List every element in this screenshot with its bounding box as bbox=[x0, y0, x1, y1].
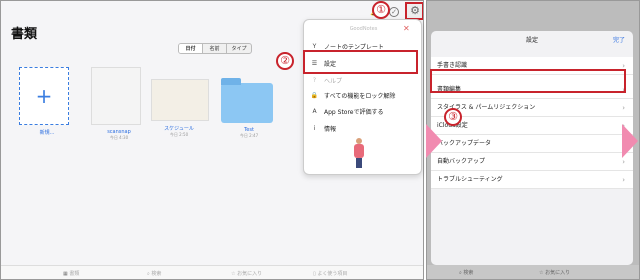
tutorial-frame: 書類 🔔 ✓ ⚙ 日付 名前 タイプ + 新規... scansnap 今日 4… bbox=[0, 0, 640, 280]
document-item-scansnap[interactable]: scansnap 今日 4:30 bbox=[91, 67, 147, 141]
document-editing-highlight-box bbox=[430, 69, 626, 93]
info-icon: i bbox=[313, 124, 316, 132]
menu-item-label: App Storeで評価する bbox=[324, 108, 384, 116]
menu-item-help[interactable]: ? ヘルプ bbox=[310, 73, 418, 87]
tuning-fork-icon: Y bbox=[312, 42, 317, 50]
arrow-right-icon bbox=[426, 124, 442, 158]
menu-item-unlock[interactable]: 🔒 すべての機能をロック解除 bbox=[310, 88, 418, 102]
question-icon: ? bbox=[312, 76, 317, 84]
tab-documents[interactable]: ▦ 書類 bbox=[63, 270, 79, 277]
item-date: 今日 2:47 bbox=[239, 133, 259, 138]
gear-icon[interactable]: ⚙ bbox=[409, 5, 421, 17]
tab-search[interactable]: ⌕ 検索 bbox=[459, 269, 473, 276]
illustration-person bbox=[353, 138, 365, 168]
lock-icon: 🔒 bbox=[310, 91, 319, 99]
item-name: スケジュール bbox=[164, 126, 194, 132]
folder-icon bbox=[221, 78, 273, 123]
gear-highlight-box: ⚙ bbox=[405, 2, 423, 20]
tab-favorites[interactable]: ☆ お気に入り bbox=[231, 270, 262, 277]
sort-tab-date[interactable]: 日付 bbox=[179, 44, 203, 53]
menu-item-label: すべての機能をロック解除 bbox=[324, 92, 396, 100]
step-badge-3: ③ bbox=[444, 108, 462, 126]
step-badge-1: ① bbox=[372, 1, 390, 19]
star-icon: ☆ bbox=[231, 271, 236, 277]
arrow-right-icon bbox=[622, 124, 638, 158]
done-button[interactable]: 完了 bbox=[613, 35, 625, 44]
settings-sheet: 設定 完了 手書き認識› 書類編集› スタイラス & パームリジェクション› i… bbox=[431, 31, 633, 265]
document-thumbnail bbox=[151, 79, 209, 121]
sheet-title: 設定 bbox=[525, 37, 538, 44]
sort-tab-type[interactable]: タイプ bbox=[227, 44, 251, 53]
plus-icon: + bbox=[19, 67, 69, 125]
step-badge-2: ② bbox=[276, 52, 294, 70]
menu-item-label: ヘルプ bbox=[324, 77, 343, 85]
star-icon: ☆ bbox=[539, 270, 544, 276]
settings-highlight-box bbox=[303, 50, 418, 74]
search-icon: ⌕ bbox=[147, 271, 150, 277]
close-icon[interactable]: ✕ bbox=[403, 25, 411, 33]
new-document-item[interactable]: + 新規... bbox=[19, 67, 75, 136]
folder-item-test[interactable]: Test 今日 2:47 bbox=[221, 67, 277, 139]
item-date: 今日 2:50 bbox=[169, 132, 189, 137]
item-name: 新規... bbox=[39, 130, 55, 136]
settings-row-auto-backup[interactable]: 自動バックアップ › bbox=[431, 153, 633, 171]
item-date: 今日 4:30 bbox=[109, 135, 129, 140]
bookmark-icon: ▯ bbox=[313, 271, 316, 277]
tab-frequent[interactable]: ▯ よく使う項目 bbox=[313, 270, 347, 277]
tab-bar: ⌕ 検索 ☆ お気に入り bbox=[427, 265, 639, 279]
check-icon[interactable]: ✓ bbox=[389, 7, 399, 17]
document-item-schedule[interactable]: スケジュール 今日 2:50 bbox=[151, 67, 209, 138]
appstore-icon: A bbox=[312, 107, 317, 115]
page-title: 書類 bbox=[11, 27, 38, 42]
tab-bar: ▦ 書類 ⌕ 検索 ☆ お気に入り ▯ よく使う項目 bbox=[1, 265, 423, 279]
search-icon: ⌕ bbox=[459, 270, 462, 276]
settings-screen: 設定 完了 手書き認識› 書類編集› スタイラス & パームリジェクション› i… bbox=[426, 0, 640, 280]
menu-item-rate[interactable]: A App Storeで評価する bbox=[310, 104, 418, 118]
sort-tab-name[interactable]: 名前 bbox=[203, 44, 227, 53]
grid-icon: ▦ bbox=[63, 271, 68, 277]
menu-item-label: 情報 bbox=[324, 125, 337, 133]
document-thumbnail bbox=[91, 67, 141, 125]
chevron-right-icon: › bbox=[622, 104, 625, 112]
sort-segmented-control: 日付 名前 タイプ bbox=[178, 43, 252, 54]
settings-row-backup-data[interactable]: バックアップデータ › bbox=[431, 135, 633, 153]
menu-item-info[interactable]: i 情報 bbox=[310, 121, 418, 135]
settings-row-troubleshooting[interactable]: トラブルシューティング › bbox=[431, 171, 633, 189]
tab-search[interactable]: ⌕ 検索 bbox=[147, 270, 161, 277]
chevron-right-icon: › bbox=[622, 176, 625, 184]
tab-favorites[interactable]: ☆ お気に入り bbox=[539, 269, 570, 276]
